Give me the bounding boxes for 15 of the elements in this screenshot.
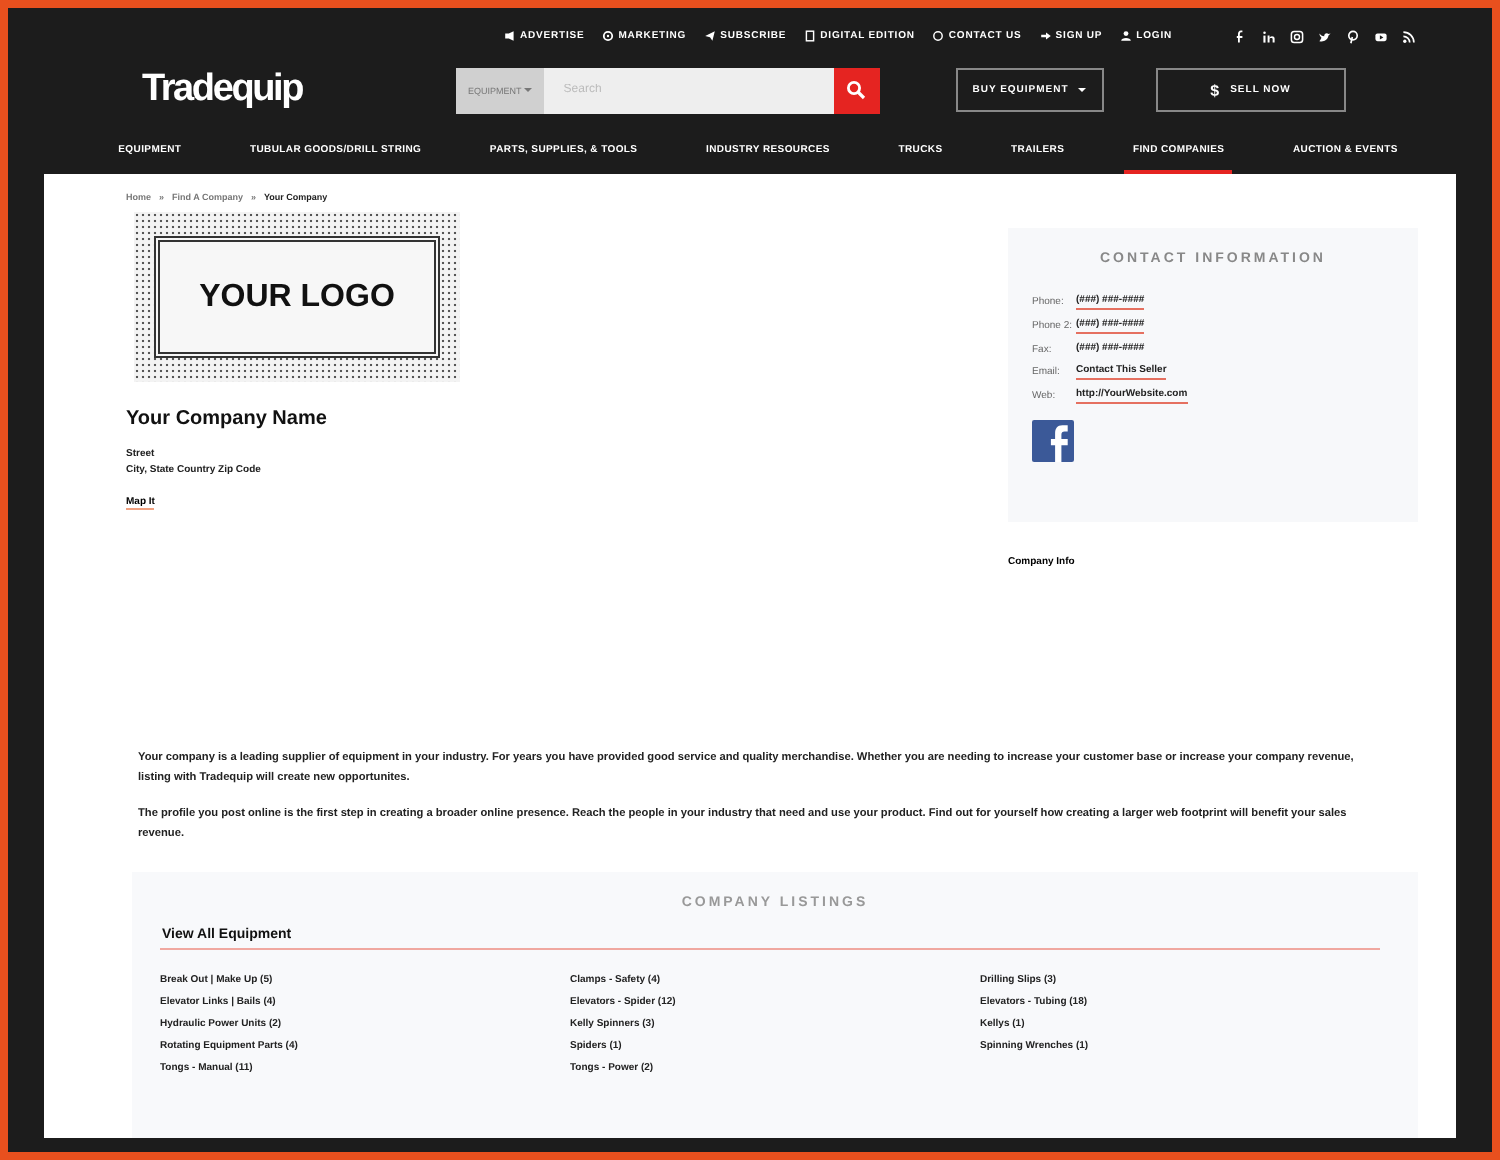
search-button[interactable] <box>833 67 880 113</box>
logo-text: YOUR LOGO <box>199 279 395 315</box>
caret-icon <box>1078 86 1087 94</box>
site-logo[interactable]: Tradequip <box>142 68 302 112</box>
pinterest-icon[interactable] <box>1346 29 1360 43</box>
twitter-icon[interactable] <box>1318 29 1332 43</box>
youtube-icon[interactable] <box>1374 29 1388 43</box>
caret-icon <box>523 86 532 94</box>
linkedin-icon[interactable] <box>1262 29 1276 43</box>
search-icon <box>846 80 867 100</box>
facebook-icon[interactable] <box>1234 29 1248 43</box>
facebook-icon[interactable] <box>1032 420 1074 462</box>
rss-icon[interactable] <box>1402 29 1416 43</box>
instagram-icon[interactable] <box>1290 29 1304 43</box>
company-name: Your Company Name <box>126 408 329 430</box>
